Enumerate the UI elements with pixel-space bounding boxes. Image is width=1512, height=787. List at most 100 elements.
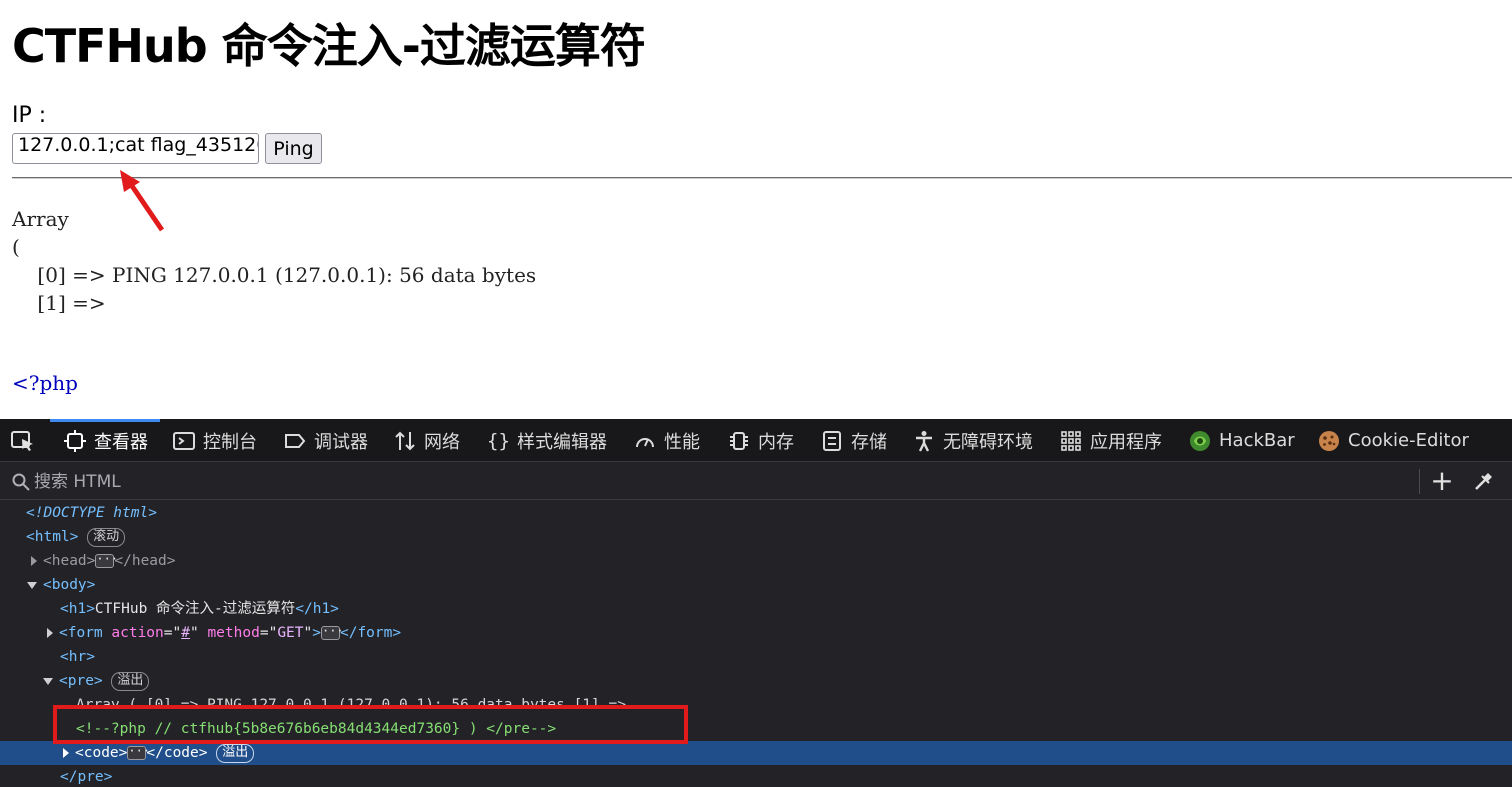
tab-label: Cookie-Editor bbox=[1348, 430, 1469, 451]
head-close-tag: </head> bbox=[114, 553, 176, 569]
output-line: [1] => bbox=[12, 291, 106, 315]
code-close-tag: </code> bbox=[146, 745, 208, 761]
form-attr-action: action bbox=[111, 625, 164, 641]
eyedropper-icon[interactable] bbox=[1473, 472, 1493, 492]
expand-triangle-icon[interactable] bbox=[44, 621, 56, 645]
pre-open-tag: <pre> bbox=[59, 673, 103, 689]
php-code-text: <?php bbox=[12, 371, 78, 395]
h1-node: <h1>CTFHub 命令注入-过滤运算符</h1> bbox=[60, 597, 339, 621]
tree-node-body[interactable]: <body> bbox=[0, 573, 1512, 597]
output-line: [0] => PING 127.0.0.1 (127.0.0.1): 56 da… bbox=[12, 263, 537, 287]
cookie-icon bbox=[1319, 430, 1339, 451]
tree-node-form[interactable]: <form action="#" method="GET">···</form> bbox=[0, 621, 1512, 645]
application-icon bbox=[1061, 430, 1081, 451]
html-tag: <html> bbox=[26, 529, 79, 545]
tab-storage[interactable]: 存储 bbox=[821, 419, 887, 462]
tree-node-pre-close[interactable]: </pre> bbox=[0, 765, 1512, 787]
html-search-bar: + bbox=[0, 463, 1512, 500]
tab-label: 样式编辑器 bbox=[517, 431, 607, 453]
tree-node-pre-text[interactable]: Array ( [0] => PING 127.0.0.1 (127.0.0.1… bbox=[0, 693, 1512, 707]
tree-node-pre[interactable]: <pre> 溢出 bbox=[0, 669, 1512, 693]
style-editor-icon: {} bbox=[487, 429, 510, 452]
tree-node-code[interactable]: <code>···</code> 溢出 bbox=[0, 741, 1512, 765]
h1-close-tag: </h1> bbox=[295, 601, 339, 617]
search-html-input[interactable] bbox=[34, 469, 1414, 495]
tab-debugger[interactable]: 调试器 bbox=[284, 419, 368, 462]
form-node: <form action="#" method="GET">···</form> bbox=[59, 624, 402, 641]
devtools-panel: 查看器 控制台 调试器 网络 {} 样式编辑器 性能 内存 存储 无障碍环境 应… bbox=[0, 419, 1512, 787]
tab-accessibility[interactable]: 无障碍环境 bbox=[913, 419, 1033, 462]
ip-input[interactable]: 127.0.0.1;cat flag_435126( bbox=[12, 133, 259, 164]
inspector-icon bbox=[64, 429, 86, 452]
tab-label: 内存 bbox=[758, 431, 794, 453]
collapsed-dots[interactable]: ··· bbox=[95, 553, 118, 568]
tab-performance[interactable]: 性能 bbox=[634, 419, 700, 462]
collapse-triangle-icon[interactable] bbox=[42, 669, 54, 693]
page-title: CTFHub 命令注入-过滤运算符 bbox=[12, 19, 646, 73]
tab-inspector[interactable]: 查看器 bbox=[50, 419, 160, 462]
tab-cookie-editor[interactable]: Cookie-Editor bbox=[1318, 419, 1469, 462]
tab-label: 性能 bbox=[664, 431, 700, 453]
scroll-badge[interactable]: 滚动 bbox=[87, 527, 126, 547]
tab-label: 无障碍环境 bbox=[943, 431, 1033, 453]
pre-text: Array ( [0] => PING 127.0.0.1 (127.0.0.1… bbox=[76, 697, 626, 707]
collapsed-dots[interactable]: ··· bbox=[320, 625, 344, 640]
tab-application[interactable]: 应用程序 bbox=[1060, 419, 1162, 462]
collapsed-dots[interactable]: ··· bbox=[127, 745, 150, 760]
doctype-text: <!DOCTYPE html> bbox=[26, 505, 157, 521]
add-node-button[interactable]: + bbox=[1430, 467, 1454, 495]
overflow-badge[interactable]: 溢出 bbox=[111, 671, 150, 691]
head-node: <head>···</head> bbox=[43, 549, 176, 573]
form-gt: > bbox=[312, 625, 321, 641]
tab-console[interactable]: 控制台 bbox=[173, 419, 257, 462]
hr-tag: <hr> bbox=[60, 649, 95, 665]
expand-triangle-icon[interactable] bbox=[60, 741, 72, 765]
tab-label: 调试器 bbox=[314, 431, 368, 453]
tree-node-doctype[interactable]: <!DOCTYPE html> bbox=[0, 501, 1512, 525]
devtools-toolbar: 查看器 控制台 调试器 网络 {} 样式编辑器 性能 内存 存储 无障碍环境 应… bbox=[0, 419, 1512, 462]
tree-node-h1[interactable]: <h1>CTFHub 命令注入-过滤运算符</h1> bbox=[0, 597, 1512, 621]
form-attr-method: method bbox=[207, 625, 260, 641]
overflow-badge[interactable]: 溢出 bbox=[216, 743, 255, 763]
collapse-triangle-icon[interactable] bbox=[26, 573, 38, 597]
form-action-value[interactable]: # bbox=[181, 625, 190, 641]
tree-node-hr[interactable]: <hr> bbox=[0, 645, 1512, 669]
network-icon bbox=[395, 431, 415, 450]
output-line: Array bbox=[12, 207, 69, 231]
flag-comment: <!--?php // ctfhub{5b8e676b6eb84d4344ed7… bbox=[76, 721, 557, 737]
storage-icon bbox=[823, 430, 841, 451]
tab-label: HackBar bbox=[1219, 430, 1295, 451]
body-tag: <body> bbox=[43, 577, 96, 593]
ping-output: Array ( [0] => PING 127.0.0.1 (127.0.0.1… bbox=[12, 205, 536, 317]
head-open-tag: <head> bbox=[43, 553, 96, 569]
tab-label: 网络 bbox=[424, 431, 460, 453]
form-open-tag: <form bbox=[59, 625, 103, 641]
hackbar-icon bbox=[1190, 430, 1210, 451]
performance-icon bbox=[636, 437, 654, 447]
form-method-value: GET bbox=[277, 625, 304, 641]
ping-button[interactable]: Ping bbox=[265, 133, 322, 164]
console-icon bbox=[173, 431, 195, 450]
pre-close-tag: </pre> bbox=[60, 769, 113, 785]
markup-tree: <!DOCTYPE html> <html> 滚动 <head>···</hea… bbox=[0, 501, 1512, 787]
tree-node-comment[interactable]: <!--?php // ctfhub{5b8e676b6eb84d4344ed7… bbox=[0, 717, 1512, 741]
tab-style-editor[interactable]: {} 样式编辑器 bbox=[487, 419, 607, 462]
element-picker-icon[interactable] bbox=[10, 429, 36, 453]
ip-label: IP : bbox=[12, 103, 47, 128]
pre-node: <pre> 溢出 bbox=[59, 669, 150, 693]
code-open-tag: <code> bbox=[75, 745, 128, 761]
tree-node-html[interactable]: <html> 滚动 bbox=[0, 525, 1512, 549]
debugger-icon bbox=[285, 433, 306, 448]
expand-triangle-icon[interactable] bbox=[28, 549, 40, 573]
html-node: <html> 滚动 bbox=[26, 525, 126, 549]
tree-node-head[interactable]: <head>···</head> bbox=[0, 549, 1512, 573]
tab-memory[interactable]: 内存 bbox=[728, 419, 794, 462]
tab-network[interactable]: 网络 bbox=[394, 419, 460, 462]
toolbar-separator bbox=[1419, 469, 1420, 494]
h1-open-tag: <h1> bbox=[60, 601, 95, 617]
output-line: ( bbox=[12, 235, 20, 259]
tab-label: 应用程序 bbox=[1090, 431, 1162, 453]
search-icon bbox=[12, 473, 30, 491]
tab-hackbar[interactable]: HackBar bbox=[1189, 419, 1295, 462]
tab-label: 存储 bbox=[851, 431, 887, 453]
